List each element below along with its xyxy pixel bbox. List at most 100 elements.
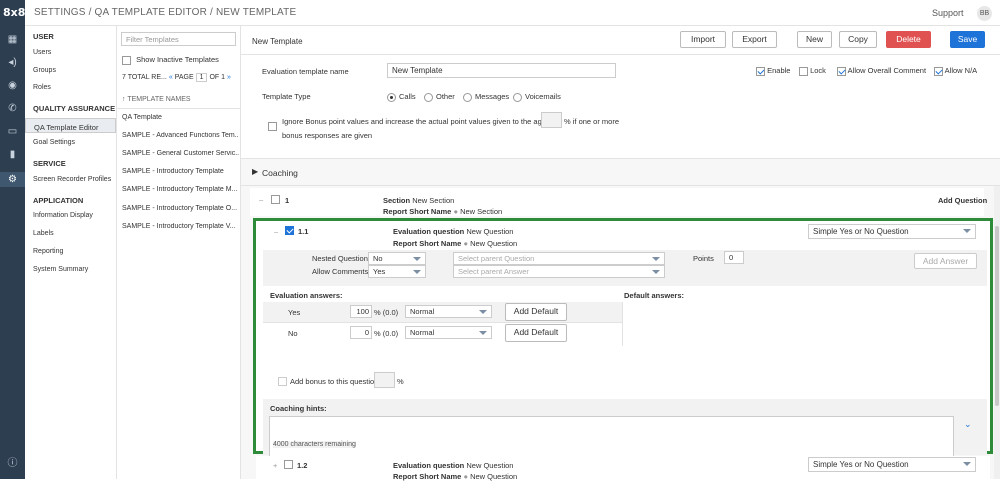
export-button[interactable]: Export	[732, 31, 777, 48]
show-inactive-checkbox[interactable]	[122, 55, 131, 65]
nav-item-screen-recorder[interactable]: Screen Recorder Profiles	[33, 176, 111, 183]
save-button[interactable]: Save	[950, 31, 985, 48]
avatar[interactable]: BB	[977, 6, 992, 21]
template-item[interactable]: SAMPLE - General Customer Servic...	[122, 150, 239, 157]
add-answer-button[interactable]: Add Answer	[914, 253, 977, 269]
answer-value-input[interactable]: 0	[350, 326, 372, 339]
nav-item-information-display[interactable]: Information Display	[33, 212, 93, 219]
collapse-icon[interactable]: –	[259, 195, 263, 204]
enable-flag[interactable]: Enable	[756, 66, 790, 76]
expand-icon[interactable]: +	[273, 461, 277, 470]
question-type-select[interactable]: Simple Yes or No Question	[808, 457, 976, 472]
answer-level-select[interactable]: Normal	[405, 305, 492, 318]
template-name-input[interactable]: New Template	[387, 63, 616, 78]
copy-button[interactable]: Copy	[839, 31, 877, 48]
lock-checkbox[interactable]	[799, 66, 808, 76]
section-short-value[interactable]: New Section	[460, 207, 502, 216]
nav-item-roles[interactable]: Roles	[33, 84, 51, 91]
nav-item-qa-template-editor[interactable]: QA Template Editor	[25, 118, 116, 133]
chat-icon[interactable]: ▭	[5, 125, 20, 138]
chevron-down-icon	[413, 270, 421, 274]
allow-na-checkbox[interactable]	[934, 66, 943, 76]
template-name-label: Evaluation template name	[262, 67, 349, 76]
add-question-link[interactable]: Add Question	[938, 196, 987, 205]
voicemails-radio[interactable]	[513, 92, 522, 102]
phone-icon[interactable]: ✆	[5, 102, 20, 115]
filter-templates-input[interactable]: Filter Templates	[121, 32, 236, 46]
allow-comments-select[interactable]: Yes	[368, 265, 426, 278]
add-bonus-input[interactable]	[374, 372, 395, 388]
other-radio[interactable]	[424, 92, 433, 102]
info-icon[interactable]: ⓘ	[5, 457, 20, 470]
collapse-icon[interactable]: –	[274, 227, 278, 236]
type-voicemails[interactable]: Voicemails	[513, 92, 561, 102]
show-inactive-row[interactable]: Show Inactive Templates	[122, 55, 219, 65]
ignore-bonus-checkbox[interactable]	[268, 122, 277, 131]
question-field-value[interactable]: New Question	[466, 461, 513, 470]
allow-overall-checkbox[interactable]	[837, 66, 846, 76]
question-type-select[interactable]: Simple Yes or No Question	[808, 224, 976, 239]
page-input[interactable]: 1	[195, 73, 208, 82]
answer-value-input[interactable]: 100	[350, 305, 372, 318]
template-item[interactable]: SAMPLE - Advanced Functions Tem...	[122, 132, 239, 139]
new-button[interactable]: New	[797, 31, 832, 48]
parent-answer-select[interactable]: Select parent Answer	[453, 265, 665, 278]
dashboard-icon[interactable]: ▦	[5, 33, 20, 46]
enable-checkbox[interactable]	[756, 66, 765, 76]
question-checkbox[interactable]	[285, 226, 294, 235]
allow-overall-label: Allow Overall Comment	[847, 66, 927, 75]
template-item[interactable]: SAMPLE - Introductory Template M...	[122, 186, 239, 193]
prev-page-icon[interactable]: «	[169, 74, 173, 81]
template-item[interactable]: SAMPLE - Introductory Template	[122, 168, 239, 175]
type-calls[interactable]: Calls	[387, 92, 416, 102]
bonus-percent-input[interactable]	[541, 112, 562, 128]
question-checkbox[interactable]	[284, 460, 293, 469]
scrollbar-track[interactable]	[994, 186, 1000, 479]
coaching-bar[interactable]: ▶ Coaching	[241, 158, 1000, 186]
chevron-down-icon[interactable]: ⌄	[964, 419, 972, 430]
nav-item-labels[interactable]: Labels	[33, 230, 54, 237]
calls-radio[interactable]	[387, 92, 396, 102]
add-default-button[interactable]: Add Default	[505, 324, 567, 342]
allow-overall-flag[interactable]: Allow Overall Comment	[837, 66, 926, 76]
analytics-icon[interactable]: ▮	[5, 148, 20, 161]
question-short-value[interactable]: New Question	[470, 472, 517, 481]
next-page-icon[interactable]: »	[227, 74, 231, 81]
type-other[interactable]: Other	[424, 92, 455, 102]
nested-question-select[interactable]: No	[368, 252, 426, 265]
section-checkbox[interactable]	[271, 195, 280, 204]
expand-caret-icon[interactable]: ▶	[252, 167, 258, 176]
scrollbar-thumb[interactable]	[995, 226, 999, 406]
allow-na-flag[interactable]: Allow N/A	[934, 66, 977, 76]
template-editor: New Template Import Export New Copy Dele…	[241, 26, 1000, 481]
column-header[interactable]: ↑ TEMPLATE NAMES	[122, 96, 191, 103]
add-bonus-checkbox[interactable]	[278, 377, 287, 386]
nav-item-users[interactable]: Users	[33, 49, 51, 56]
import-button[interactable]: Import	[680, 31, 726, 48]
nav-item-goal-settings[interactable]: Goal Settings	[33, 139, 75, 146]
answer-level-select[interactable]: Normal	[405, 326, 492, 339]
nav-item-reporting[interactable]: Reporting	[33, 248, 63, 255]
points-input[interactable]: 0	[724, 251, 744, 264]
add-default-button[interactable]: Add Default	[505, 303, 567, 321]
template-item[interactable]: SAMPLE - Introductory Template O...	[122, 205, 239, 212]
template-item[interactable]: SAMPLE - Introductory Template V...	[122, 223, 239, 230]
support-link[interactable]: Support	[932, 8, 964, 18]
question-field-value[interactable]: New Question	[466, 227, 513, 236]
info-dot-icon: ●	[453, 207, 458, 216]
broadcast-icon[interactable]: ◂)	[5, 56, 20, 69]
nav-item-groups[interactable]: Groups	[33, 67, 56, 74]
question-short-value[interactable]: New Question	[470, 239, 517, 248]
parent-answer-placeholder: Select parent Answer	[458, 267, 529, 276]
chevron-down-icon	[479, 331, 487, 335]
nav-item-system-summary[interactable]: System Summary	[33, 266, 88, 273]
messages-radio[interactable]	[463, 92, 472, 102]
lock-flag[interactable]: Lock	[799, 66, 826, 76]
section-field-value[interactable]: New Section	[412, 196, 454, 205]
type-messages[interactable]: Messages	[463, 92, 509, 102]
gear-icon[interactable]: ⚙	[0, 172, 25, 187]
parent-question-select[interactable]: Select parent Question	[453, 252, 665, 265]
template-item[interactable]: QA Template	[122, 114, 239, 121]
eye-icon[interactable]: ◉	[5, 79, 20, 92]
delete-button[interactable]: Delete	[886, 31, 931, 48]
